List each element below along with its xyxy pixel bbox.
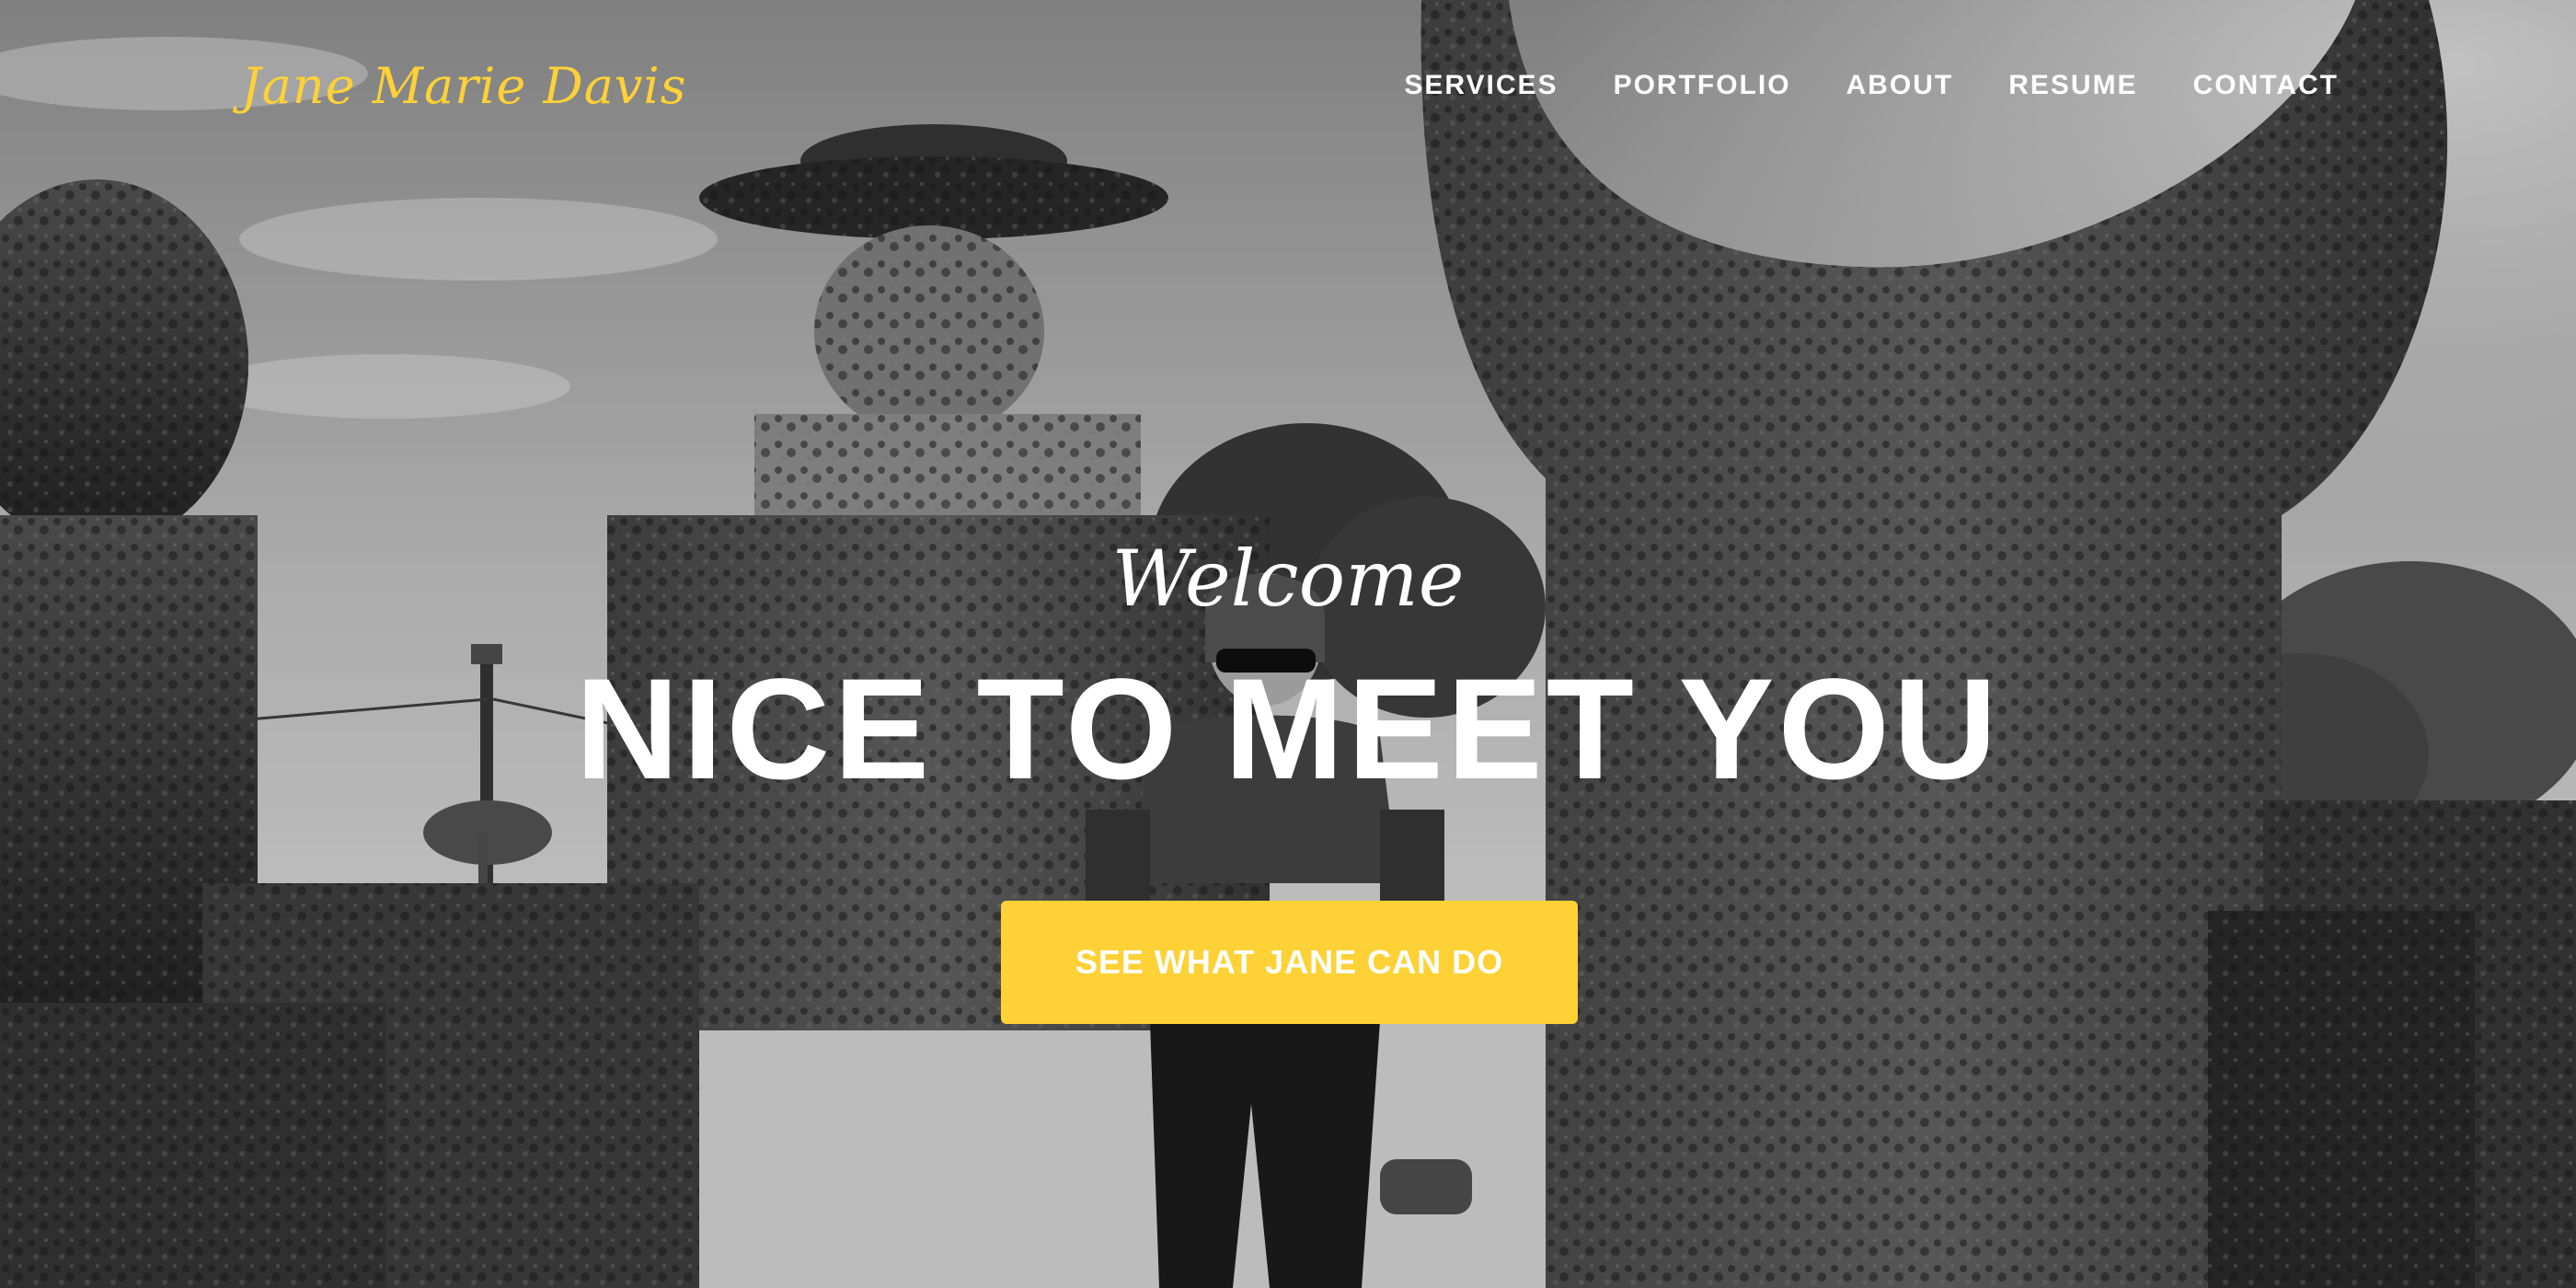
hero-dark-overlay (0, 0, 2576, 1288)
hero-heading: NICE TO MEET YOU (575, 650, 2001, 810)
top-navbar: Jane Marie Davis SERVICES PORTFOLIO ABOU… (0, 0, 2576, 184)
brand-logo-link[interactable]: Jane Marie Davis (241, 57, 686, 115)
nav-link-about[interactable]: ABOUT (1846, 70, 1954, 100)
nav-link-contact[interactable]: CONTACT (2193, 70, 2339, 100)
nav-item-services: SERVICES (1404, 70, 1558, 101)
nav-item-about: ABOUT (1846, 70, 1954, 101)
nav-item-resume: RESUME (2008, 70, 2137, 101)
see-what-jane-can-do-button[interactable]: SEE WHAT JANE CAN DO (1001, 901, 1578, 1024)
hero-lead-text: Welcome (1111, 534, 1465, 624)
nav-item-portfolio: PORTFOLIO (1614, 70, 1791, 101)
nav-link-resume[interactable]: RESUME (2008, 70, 2137, 100)
nav-item-contact: CONTACT (2193, 70, 2339, 101)
nav-link-portfolio[interactable]: PORTFOLIO (1614, 70, 1791, 100)
nav-menu: SERVICES PORTFOLIO ABOUT RESUME CONTACT (1349, 70, 2339, 101)
nav-link-services[interactable]: SERVICES (1404, 70, 1558, 100)
